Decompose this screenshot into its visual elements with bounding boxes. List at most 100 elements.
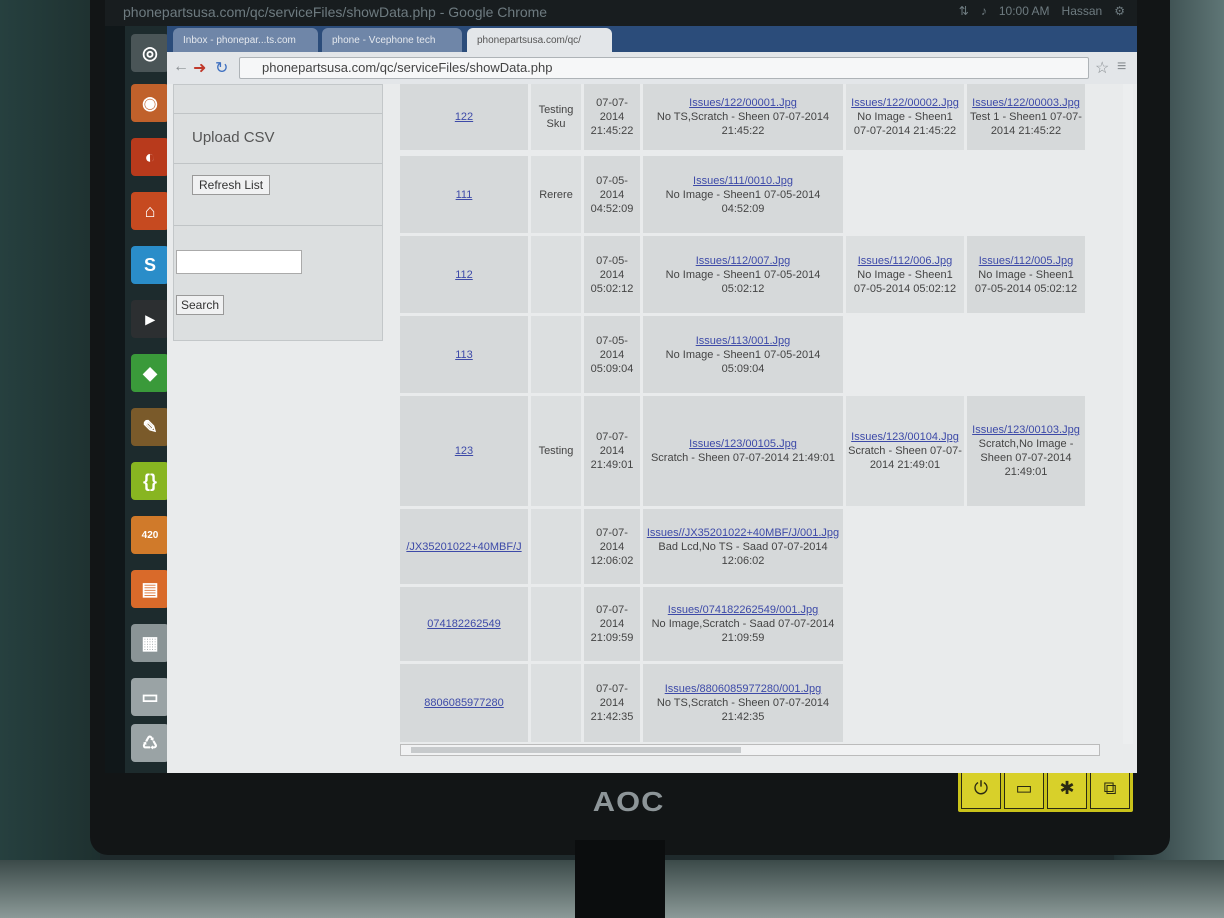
issue-image-link[interactable]: Issues/112/007.Jpg: [696, 254, 791, 268]
monitor-menu-icon[interactable]: ⏻: [961, 767, 1001, 809]
gear-icon[interactable]: ⚙: [1114, 4, 1125, 18]
issue-cell: Issues/112/007.Jpg No Image - Sheen1 07-0…: [643, 236, 843, 313]
firefox-icon[interactable]: ◐: [131, 138, 169, 176]
issue-image-link[interactable]: Issues//JX35201022+40MBF/J/001.Jpg: [647, 526, 839, 540]
issue-description: No Image - Sheen1 07-05-2014 05:02:12: [665, 268, 821, 295]
page-content: Upload CSV Refresh List Search 122 Testin…: [167, 84, 1137, 773]
row-id-link[interactable]: 122: [455, 110, 473, 124]
issue-cell: Issues/113/001.Jpg No Image - Sheen1 07-0…: [643, 316, 843, 393]
issue-image-link[interactable]: Issues/123/00105.Jpg: [689, 437, 797, 451]
forward-icon[interactable]: ➜: [193, 58, 206, 78]
issue-cell: Issues/122/00001.Jpg No TS,Scratch - Shee…: [643, 84, 843, 150]
tab-phone[interactable]: phone - Vcephone tech: [322, 28, 462, 52]
window-title: phonepartsusa.com/qc/serviceFiles/showDa…: [123, 4, 548, 20]
scroll-thumb[interactable]: [411, 747, 741, 753]
issue-description: No Image - Sheen1 07-05-2014 05:09:04: [665, 348, 821, 375]
sku-cell: [531, 664, 581, 742]
issue-description: Test 1 - Sheen1 07-07-2014 21:45:22: [970, 111, 1082, 137]
row-id-link[interactable]: 074182262549: [427, 617, 500, 631]
files-icon[interactable]: ⌂: [131, 192, 169, 230]
issue-image-link[interactable]: Issues/112/005.Jpg: [979, 254, 1074, 268]
search-input[interactable]: [176, 250, 302, 274]
user-name[interactable]: Hassan: [1062, 4, 1103, 18]
id-cell: 111: [400, 156, 528, 233]
drive-icon[interactable]: ▭: [131, 678, 169, 716]
id-cell: 112: [400, 236, 528, 313]
id-cell: 8806085977280: [400, 664, 528, 742]
cube-app-icon[interactable]: ◆: [131, 354, 169, 392]
row-id-link[interactable]: /JX35201022+40MBF/J: [406, 540, 521, 554]
id-cell: 113: [400, 316, 528, 393]
row-id-link[interactable]: 123: [455, 444, 473, 458]
issue-description: Scratch,No Image - Sheen 07-07-2014 21:4…: [978, 438, 1074, 478]
issue-cell: Issues/111/0010.Jpg No Image - Sheen1 07-…: [643, 156, 843, 233]
row-id-link[interactable]: 8806085977280: [424, 696, 504, 710]
divider: [174, 225, 382, 226]
chrome-icon[interactable]: ◉: [131, 84, 169, 122]
workspace-icon[interactable]: ▦: [131, 624, 169, 662]
issue-description: No Image - Sheen1 07-07-2014 21:45:22: [853, 111, 957, 137]
software-center-icon[interactable]: 420: [131, 516, 169, 554]
monitor-brightness-icon[interactable]: ✱: [1047, 767, 1087, 809]
issue-image-link[interactable]: Issues/111/0010.Jpg: [693, 174, 793, 188]
date-cell: 07-07-2014 21:45:22: [584, 84, 640, 150]
row-id-link[interactable]: 111: [456, 188, 473, 202]
system-tray[interactable]: ⇅ ♪ 10:00 AM Hassan ⚙: [959, 4, 1125, 18]
issue-image-link[interactable]: Issues/112/006.Jpg: [858, 254, 953, 268]
sku-cell: [531, 587, 581, 661]
chrome-window: Inbox - phonepar...ts.com phone - Vcepho…: [167, 26, 1137, 773]
sidebar: Upload CSV Refresh List Search: [173, 84, 383, 341]
refresh-list-button[interactable]: Refresh List: [192, 175, 271, 195]
clock[interactable]: 10:00 AM: [999, 4, 1050, 18]
horizontal-scrollbar[interactable]: [400, 744, 1100, 756]
background-wall-left: [0, 0, 100, 918]
impress-icon[interactable]: ▤: [131, 570, 169, 608]
divider: [174, 163, 382, 164]
monitor-display-icon[interactable]: ▭: [1004, 767, 1044, 809]
tool-icon[interactable]: ✎: [131, 408, 169, 446]
id-cell: 123: [400, 396, 528, 506]
tab-strip: Inbox - phonepar...ts.com phone - Vcepho…: [167, 26, 1137, 52]
issue-cell: Issues/074182262549/001.Jpg No Image,Scra…: [643, 587, 843, 661]
upload-csv-link[interactable]: Upload CSV: [192, 129, 275, 146]
date-cell: 07-07-2014 21:49:01: [584, 396, 640, 506]
issue-cell: Issues/122/00003.Jpg Test 1 - Sheen1 07-0…: [967, 84, 1085, 150]
terminal-icon[interactable]: ▸: [131, 300, 169, 338]
issue-description: No TS,Scratch - Sheen 07-07-2014 21:45:2…: [656, 111, 830, 137]
back-icon[interactable]: ←: [173, 58, 189, 76]
issue-image-link[interactable]: Issues/074182262549/001.Jpg: [668, 603, 818, 617]
id-cell: 122: [400, 84, 528, 150]
address-bar[interactable]: phonepartsusa.com/qc/serviceFiles/showDa…: [239, 57, 1089, 79]
issue-cell: Issues//JX35201022+40MBF/J/001.Jpg Bad Lc…: [643, 509, 843, 584]
volume-icon[interactable]: ♪: [981, 4, 987, 18]
issue-description: Scratch - Sheen 07-07-2014 21:49:01: [650, 452, 836, 464]
vertical-scrollbar[interactable]: [1123, 84, 1133, 744]
issue-image-link[interactable]: Issues/8806085977280/001.Jpg: [665, 682, 822, 696]
sku-cell: Testing: [531, 396, 581, 506]
issue-image-link[interactable]: Issues/122/00003.Jpg: [972, 96, 1080, 110]
date-cell: 07-07-2014 12:06:02: [584, 509, 640, 584]
search-button[interactable]: Search: [176, 295, 225, 315]
issue-cell: Issues/123/00105.Jpg Scratch - Sheen 07-0…: [643, 396, 843, 506]
date-cell: 07-05-2014 05:02:12: [584, 236, 640, 313]
issue-description: No Image - Sheen1 07-05-2014 05:02:12: [974, 268, 1078, 295]
dash-icon[interactable]: ◎: [131, 34, 169, 72]
tab-inbox[interactable]: Inbox - phonepar...ts.com: [173, 28, 318, 52]
monitor-input-icon[interactable]: ⧉: [1090, 767, 1130, 809]
brackets-icon[interactable]: {}: [131, 462, 169, 500]
row-id-link[interactable]: 113: [455, 348, 473, 362]
issue-image-link[interactable]: Issues/122/00001.Jpg: [689, 96, 797, 110]
menu-icon[interactable]: ≡: [1117, 58, 1126, 76]
issue-image-link[interactable]: Issues/113/001.Jpg: [696, 334, 791, 348]
trash-icon[interactable]: ♺: [131, 724, 169, 762]
issue-image-link[interactable]: Issues/122/00002.Jpg: [851, 96, 959, 110]
row-id-link[interactable]: 112: [455, 268, 473, 282]
reload-icon[interactable]: ↻: [215, 58, 228, 78]
sku-cell: [531, 509, 581, 584]
bookmark-star-icon[interactable]: ☆: [1095, 58, 1109, 78]
skype-icon[interactable]: S: [131, 246, 169, 284]
issue-image-link[interactable]: Issues/123/00104.Jpg: [851, 430, 959, 444]
tab-current[interactable]: phonepartsusa.com/qc/: [467, 28, 612, 52]
network-icon[interactable]: ⇅: [959, 4, 969, 18]
issue-image-link[interactable]: Issues/123/00103.Jpg: [972, 423, 1080, 437]
